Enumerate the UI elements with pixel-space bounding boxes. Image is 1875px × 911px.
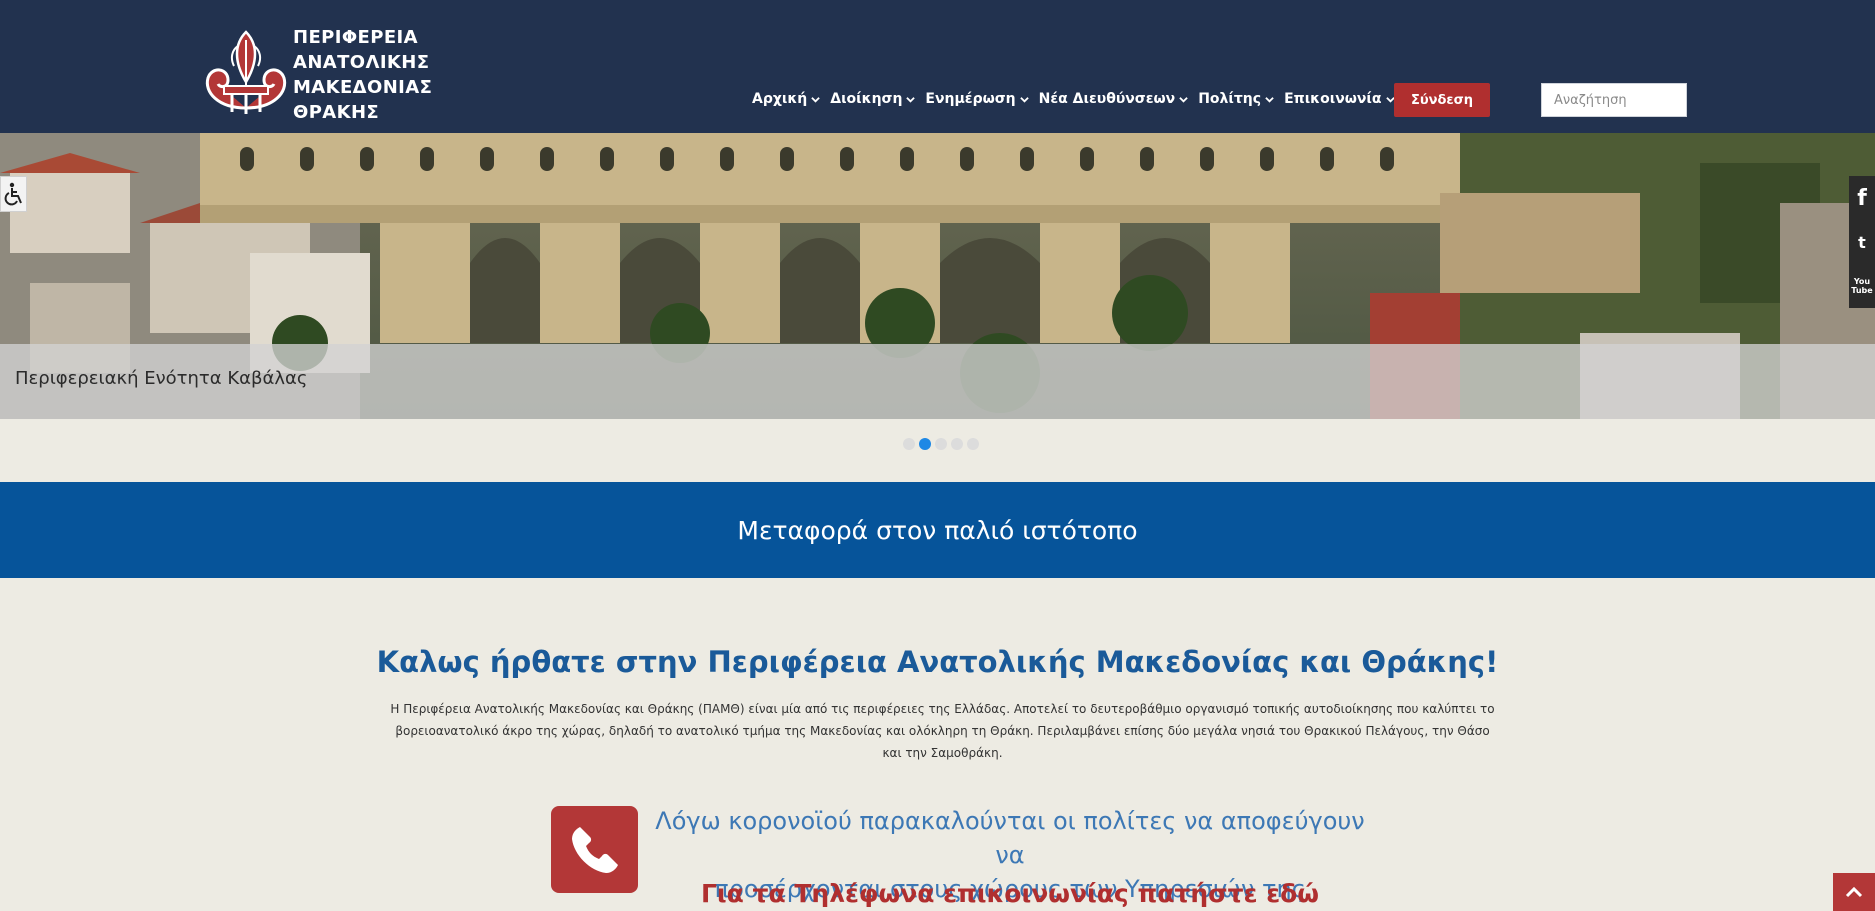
youtube-icon-line: You [1853, 277, 1871, 286]
youtube-button[interactable]: You Tube [1849, 264, 1875, 308]
nav-item-news[interactable]: Ενημέρωση [925, 91, 1029, 107]
old-site-link[interactable]: Μεταφορά στον παλιό ιστότοπο [737, 516, 1137, 545]
logo-line: ΜΑΚΕΔΟΝΙΑΣ [293, 77, 433, 98]
welcome-text: Η Περιφέρεια Ανατολικής Μακεδονίας και Θ… [390, 702, 1495, 760]
facebook-button[interactable]: f [1849, 176, 1875, 220]
hero-slider[interactable]: Περιφερειακή Ενότητα Καβάλας [0, 133, 1875, 419]
slide-caption-text: Περιφερειακή Ενότητα Καβάλας [15, 368, 308, 389]
slider-pagination [903, 438, 983, 450]
slider-dot[interactable] [951, 438, 963, 450]
nav-item-contact[interactable]: Επικοινωνία [1284, 91, 1395, 107]
slider-dot[interactable] [903, 438, 915, 450]
nav-item-label: Επικοινωνία [1284, 91, 1382, 107]
youtube-icon: You Tube [1851, 277, 1872, 295]
nav-item-label: Πολίτης [1198, 91, 1262, 107]
nav-item-citizen[interactable]: Πολίτης [1198, 91, 1274, 107]
covid-notice-line: Λόγω κορονοϊού παρακαλούνται οι πολίτες … [655, 807, 1365, 869]
chevron-down-icon [811, 96, 821, 103]
chevron-down-icon [1019, 96, 1029, 103]
youtube-icon-line: Tube [1851, 286, 1873, 295]
nav-item-administration[interactable]: Διοίκηση [830, 91, 916, 107]
old-site-banner[interactable]: Μεταφορά στον παλιό ιστότοπο [0, 482, 1875, 578]
twitter-icon: t [1858, 232, 1866, 252]
phone-numbers-link[interactable]: Για τα Τηλέφωνα επικοινωνίας πατήστε εδώ [640, 879, 1380, 908]
slide-caption: Περιφερειακή Ενότητα Καβάλας [0, 344, 1875, 419]
region-logo-icon[interactable] [198, 26, 294, 118]
nav-item-home[interactable]: Αρχική [752, 91, 821, 107]
site-header: ΠΕΡΙΦΕΡΕΙΑ ΑΝΑΤΟΛΙΚΗΣ ΜΑΚΕΔΟΝΙΑΣ ΘΡΑΚΗΣ … [0, 0, 1875, 133]
chevron-down-icon [906, 96, 916, 103]
logo-line: ΘΡΑΚΗΣ [293, 102, 380, 123]
logo-line: ΑΝΑΤΟΛΙΚΗΣ [293, 52, 430, 73]
chevron-down-icon [1265, 96, 1274, 103]
slider-dot-active[interactable] [919, 438, 931, 450]
welcome-title: Καλως ήρθατε στην Περιφέρεια Ανατολικής … [376, 645, 1499, 679]
region-logo-text[interactable]: ΠΕΡΙΦΕΡΕΙΑ ΑΝΑΤΟΛΙΚΗΣ ΜΑΚΕΔΟΝΙΑΣ ΘΡΑΚΗΣ [293, 25, 432, 125]
nav-item-label: Διοίκηση [830, 91, 903, 107]
nav-item-label: Νέα Διευθύνσεων [1038, 91, 1176, 107]
main-nav: Αρχική Διοίκηση Ενημέρωση Νέα Διευθύνσεω… [752, 88, 1405, 110]
twitter-button[interactable]: t [1849, 220, 1875, 264]
facebook-icon: f [1857, 185, 1867, 211]
chevron-down-icon [1179, 96, 1188, 103]
slider-dot[interactable] [967, 438, 979, 450]
chevron-up-icon [1845, 886, 1863, 898]
nav-item-label: Αρχική [752, 91, 808, 107]
back-to-top-button[interactable] [1833, 873, 1875, 911]
slider-dot[interactable] [935, 438, 947, 450]
phone-contact-button[interactable] [551, 806, 638, 893]
nav-item-label: Ενημέρωση [925, 91, 1016, 107]
wheelchair-icon [4, 182, 22, 206]
login-button[interactable]: Σύνδεση [1394, 83, 1490, 117]
accessibility-button[interactable] [0, 176, 27, 212]
logo-line: ΠΕΡΙΦΕΡΕΙΑ [293, 27, 418, 48]
search-input[interactable] [1541, 83, 1687, 117]
nav-item-directorate-news[interactable]: Νέα Διευθύνσεων [1039, 91, 1189, 107]
phone-icon [571, 826, 618, 873]
